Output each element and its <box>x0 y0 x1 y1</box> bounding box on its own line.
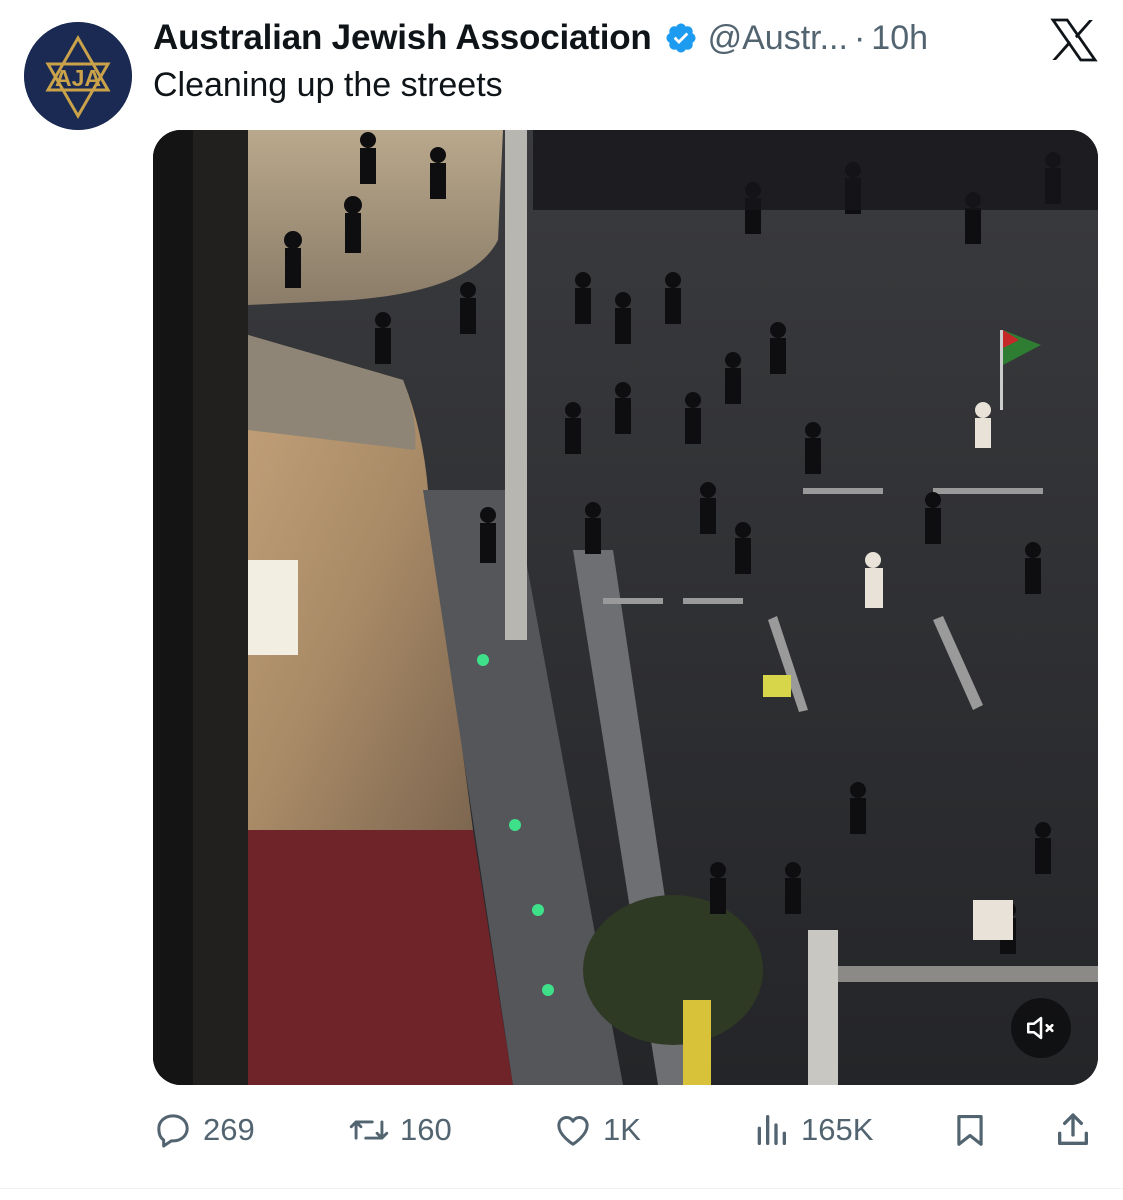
tweet-header: Australian Jewish Association @Austr... … <box>153 16 928 60</box>
heart-icon <box>557 1116 589 1146</box>
speaker-muted-icon <box>1026 1016 1054 1040</box>
like-count: 1K <box>603 1112 641 1147</box>
separator-dot: · <box>853 18 866 57</box>
author-name[interactable]: Australian Jewish Association <box>153 18 652 58</box>
reply-button[interactable]: 269 <box>153 1108 255 1152</box>
aja-logo-icon: AJA <box>24 22 132 130</box>
reply-count: 269 <box>203 1112 255 1147</box>
share-button[interactable] <box>1053 1108 1093 1152</box>
share-icon <box>1058 1113 1088 1145</box>
verified-badge-icon[interactable] <box>664 21 698 55</box>
bookmark-button[interactable] <box>951 1108 989 1152</box>
video-frame <box>153 130 1098 1085</box>
repost-button[interactable]: 160 <box>348 1108 452 1152</box>
reply-icon <box>157 1114 189 1148</box>
x-logo-icon[interactable] <box>1050 18 1098 62</box>
timestamp[interactable]: 10h <box>871 19 928 58</box>
divider <box>0 1188 1123 1189</box>
views-chart-icon <box>757 1115 786 1145</box>
author-avatar[interactable]: AJA <box>24 22 132 130</box>
like-button[interactable]: 1K <box>553 1108 641 1152</box>
repost-count: 160 <box>400 1112 452 1147</box>
repost-icon <box>349 1120 389 1140</box>
bookmark-icon <box>957 1114 983 1146</box>
views-button[interactable]: 165K <box>751 1108 873 1152</box>
tweet-text: Cleaning up the streets <box>153 66 503 104</box>
views-count: 165K <box>801 1112 874 1147</box>
tweet-video[interactable] <box>153 130 1098 1085</box>
author-handle[interactable]: @Austr... <box>708 19 848 58</box>
mute-toggle-button[interactable] <box>1011 998 1071 1058</box>
avatar-text: AJA <box>55 65 101 91</box>
tweet-action-bar: 269 160 1K 165K <box>153 1100 1098 1160</box>
